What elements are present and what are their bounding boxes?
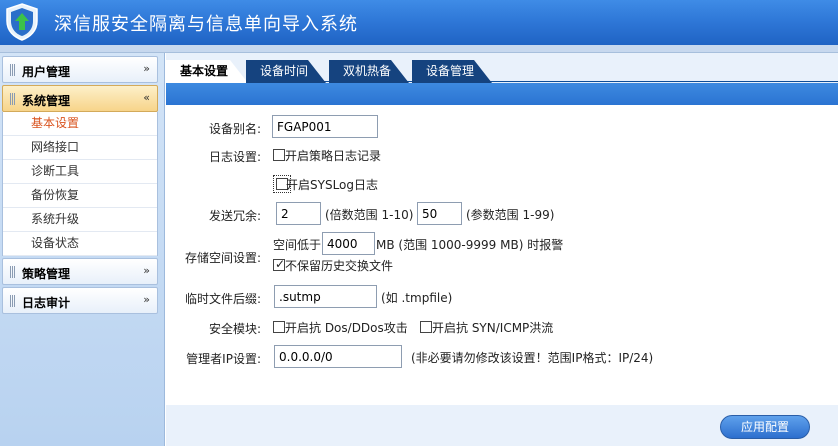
sidebar-menu-system-management[interactable]: 系统管理 « (2, 85, 158, 112)
menu-label: 用户管理 (22, 65, 71, 79)
chevron-down-icon: » (143, 293, 150, 306)
tab-device-time[interactable]: 设备时间 (246, 60, 326, 83)
redundancy-hint: (倍数范围 1-10) (325, 208, 414, 222)
policy-log-text: 开启策略日志记录 (285, 149, 382, 163)
storage-label: 存储空间设置: (184, 251, 261, 265)
settings-form: 设备别名: 日志设置: 开启策略日志记录 开启SYSLog日志 发送冗余: (倍… (166, 105, 838, 405)
app-header: 深信服安全隔离与信息单向导入系统 (0, 0, 838, 45)
anti-syn-text: 开启抗 SYN/ICMP洪流 (432, 321, 554, 335)
shield-logo-icon (6, 3, 38, 41)
param-input[interactable] (417, 202, 462, 225)
menu-label: 日志审计 (22, 296, 71, 310)
anti-dos-checkbox[interactable] (273, 321, 285, 333)
security-module-label: 安全模块: (208, 322, 261, 336)
admin-ip-input[interactable] (274, 345, 402, 368)
tmp-suffix-input[interactable] (274, 285, 377, 308)
storage-threshold-input[interactable] (322, 232, 375, 255)
chevron-down-icon: » (143, 264, 150, 277)
alias-label: 设备别名: (208, 122, 261, 136)
menu-label: 策略管理 (22, 267, 71, 281)
grip-icon (10, 266, 15, 278)
no-history-checkbox[interactable]: ✓ (273, 257, 286, 271)
chevron-up-icon: « (143, 91, 150, 104)
menu-label: 系统管理 (22, 94, 71, 108)
submenu-item-diagnostics[interactable]: 诊断工具 (3, 160, 157, 184)
apply-config-button[interactable]: 应用配置 (720, 415, 810, 439)
policy-log-checkbox[interactable] (273, 149, 285, 161)
param-hint: (参数范围 1-99) (466, 208, 555, 222)
submenu-item-system-upgrade[interactable]: 系统升级 (3, 208, 157, 232)
grip-icon (10, 93, 15, 105)
tab-ha[interactable]: 双机热备 (329, 60, 409, 83)
app-title: 深信服安全隔离与信息单向导入系统 (54, 14, 358, 35)
submenu-item-basic-settings[interactable]: 基本设置 (3, 112, 157, 136)
sidebar-menu-log-audit[interactable]: 日志审计 » (2, 287, 158, 314)
redundancy-input[interactable] (276, 202, 321, 225)
tmp-suffix-label: 临时文件后缀: (184, 292, 261, 306)
syslog-text: 开启SYSLog日志 (286, 178, 378, 192)
checkmark-icon: ✓ (275, 257, 286, 271)
chevron-down-icon: » (143, 62, 150, 75)
system-submenu: 基本设置 网络接口 诊断工具 备份恢复 系统升级 设备状态 (2, 112, 158, 256)
sidebar-menu-user-management[interactable]: 用户管理 » (2, 56, 158, 83)
storage-suffix: MB (范围 1000-9999 MB) 时报警 (376, 238, 564, 252)
grip-icon (10, 64, 15, 76)
tab-device-management[interactable]: 设备管理 (412, 60, 492, 83)
submenu-item-backup-restore[interactable]: 备份恢复 (3, 184, 157, 208)
no-history-text: 不保留历史交换文件 (285, 259, 394, 273)
tab-basic-settings[interactable]: 基本设置 (166, 60, 248, 83)
storage-prefix: 空间低于 (273, 238, 322, 252)
tab-strip: 基本设置 设备时间 双机热备 设备管理 (166, 57, 838, 83)
main-content: 基本设置 设备时间 双机热备 设备管理 设备别名: 日志设置: 开启策略日志记录… (166, 53, 838, 446)
anti-syn-checkbox[interactable] (420, 321, 432, 333)
anti-dos-text: 开启抗 Dos/DDos攻击 (285, 321, 408, 335)
submenu-item-device-status[interactable]: 设备状态 (3, 232, 157, 256)
toolbar-strip (166, 83, 838, 105)
header-divider (0, 45, 838, 53)
submenu-item-network-interface[interactable]: 网络接口 (3, 136, 157, 160)
grip-icon (10, 295, 15, 307)
admin-ip-hint: (非必要请勿修改该设置！范围IP格式：IP/24) (411, 351, 654, 365)
sidebar-menu-policy-management[interactable]: 策略管理 » (2, 258, 158, 285)
log-settings-label: 日志设置: (208, 150, 261, 164)
admin-ip-label: 管理者IP设置: (186, 352, 261, 366)
alias-input[interactable] (272, 115, 378, 138)
redundancy-label: 发送冗余: (208, 209, 261, 223)
tmp-suffix-hint: (如 .tmpfile) (381, 291, 453, 305)
